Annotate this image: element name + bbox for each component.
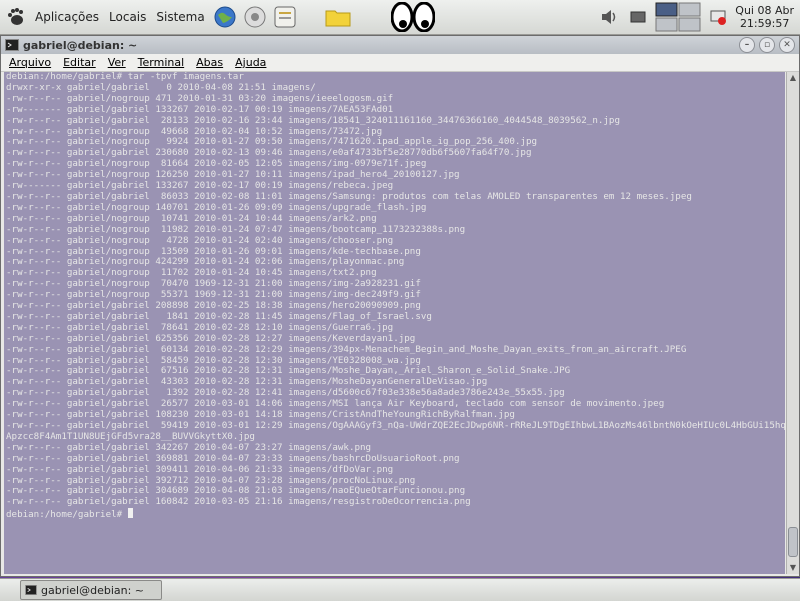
- menu-applications[interactable]: Aplicações: [35, 10, 99, 24]
- terminal-line: -rw-r--r-- gabriel/nogroup 9924 2010-01-…: [6, 136, 538, 148]
- terminal-line: -rw------- gabriel/gabriel 133267 2010-0…: [6, 180, 394, 192]
- main-menu: Aplicações Locais Sistema: [0, 0, 210, 34]
- maximize-button[interactable]: ▫: [759, 37, 775, 53]
- scroll-thumb[interactable]: [788, 527, 798, 557]
- terminal-line: -rw-r--r-- gabriel/gabriel 43303 2010-02…: [6, 376, 488, 388]
- terminal-line: -rw-r--r-- gabriel/gabriel 67516 2010-02…: [6, 365, 571, 377]
- volume-icon[interactable]: [599, 6, 621, 28]
- terminal-line: -rw-r--r-- gabriel/gabriel 86033 2010-02…: [6, 190, 692, 202]
- terminal-line: -rw-r--r-- gabriel/gabriel 1841 2010-02-…: [6, 310, 432, 322]
- menu-abas[interactable]: Abas: [196, 56, 223, 69]
- terminal-line: -rw-r--r-- gabriel/gabriel 230680 2010-0…: [6, 147, 532, 159]
- terminal-line: -rw-r--r-- gabriel/gabriel 208898 2010-0…: [6, 300, 421, 312]
- terminal-line: -rw-r--r-- gabriel/gabriel 60134 2010-02…: [6, 343, 687, 355]
- network-status-icon[interactable]: [709, 8, 727, 26]
- menu-system[interactable]: Sistema: [156, 10, 204, 24]
- xeyes-icon: [391, 2, 436, 32]
- menu-terminal[interactable]: Terminal: [138, 56, 185, 69]
- terminal-line: -rw-r--r-- gabriel/gabriel 304689 2010-0…: [6, 485, 466, 497]
- terminal-line: -rw-r--r-- gabriel/gabriel 1392 2010-02-…: [6, 387, 565, 399]
- terminal-line: debian:/home/gabriel# tar -tpvf imagens.…: [6, 71, 244, 82]
- terminal-scrollbar[interactable]: ▲ ▼: [786, 72, 799, 574]
- menu-places[interactable]: Locais: [109, 10, 146, 24]
- workspace-switcher[interactable]: [655, 2, 701, 32]
- terminal-cursor: [127, 508, 133, 519]
- terminal-line: -rw-r--r-- gabriel/gabriel 625356 2010-0…: [6, 332, 416, 344]
- terminal-line: -rw------- gabriel/gabriel 133267 2010-0…: [6, 103, 394, 115]
- terminal-line: drwxr-xr-x gabriel/gabriel 0 2010-04-08 …: [6, 81, 316, 93]
- minimize-button[interactable]: –: [739, 37, 755, 53]
- menu-ajuda[interactable]: Ajuda: [235, 56, 266, 69]
- terminal-line: -rw-r--r-- gabriel/gabriel 160842 2010-0…: [6, 496, 471, 508]
- terminal-output[interactable]: debian:/home/gabriel# tar -tpvf imagens.…: [4, 71, 791, 574]
- clock-time: 21:59:57: [739, 17, 790, 30]
- terminal-line: -rw-r--r-- gabriel/nogroup 140701 2010-0…: [6, 201, 427, 213]
- terminal-line: -rw-r--r-- gabriel/gabriel 392712 2010-0…: [6, 474, 416, 486]
- window-title: gabriel@debian: ~: [23, 38, 138, 52]
- terminal-line: -rw-r--r-- gabriel/nogroup 4728 2010-01-…: [6, 234, 394, 246]
- terminal-line: -rw-r--r-- gabriel/gabriel 369881 2010-0…: [6, 452, 460, 464]
- menu-editar[interactable]: Editar: [63, 56, 96, 69]
- menu-ver[interactable]: Ver: [108, 56, 126, 69]
- terminal-line: -rw-r--r-- gabriel/gabriel 342267 2010-0…: [6, 441, 372, 453]
- terminal-line: -rw-r--r-- gabriel/nogroup 126250 2010-0…: [6, 169, 460, 181]
- terminal-line: -rw-r--r-- gabriel/gabriel 78641 2010-02…: [6, 321, 394, 333]
- network-tools-launcher-icon[interactable]: [243, 5, 267, 29]
- taskbar-terminal-button[interactable]: gabriel@debian: ~: [20, 580, 162, 600]
- terminal-line: -rw-r--r-- gabriel/nogroup 55371 1969-12…: [6, 289, 421, 301]
- terminal-icon: [25, 585, 37, 595]
- text-editor-launcher-icon[interactable]: [273, 5, 297, 29]
- show-desktop-icon[interactable]: [629, 8, 647, 26]
- close-button[interactable]: ✕: [779, 37, 795, 53]
- menu-arquivo[interactable]: Arquivo: [9, 56, 51, 69]
- clock-date: Qui 08 Abr: [735, 4, 794, 17]
- terminal-line: -rw-r--r-- gabriel/gabriel 309411 2010-0…: [6, 463, 394, 475]
- gnome-foot-icon[interactable]: [6, 7, 26, 27]
- terminal-line: Apzcc8F4Am1T1UN8UEjGFd5vra28__BUVVGkyttX…: [6, 430, 255, 442]
- terminal-line: -rw-r--r-- gabriel/gabriel 58459 2010-02…: [6, 354, 421, 366]
- folder-icon[interactable]: [325, 7, 351, 27]
- taskbar-terminal-label: gabriel@debian: ~: [41, 583, 145, 597]
- top-panel: Aplicações Locais Sistema Qui 08 Abr 21:…: [0, 0, 800, 35]
- terminal-text: debian:/home/gabriel# tar -tpvf imagens.…: [4, 71, 791, 521]
- scroll-up-icon[interactable]: ▲: [787, 72, 799, 84]
- terminal-prompt: debian:/home/gabriel#: [6, 509, 128, 521]
- terminal-line: -rw-r--r-- gabriel/nogroup 10741 2010-01…: [6, 212, 377, 224]
- terminal-window: gabriel@debian: ~ – ▫ ✕ Arquivo Editar V…: [0, 35, 800, 577]
- terminal-line: -rw-r--r-- gabriel/gabriel 108230 2010-0…: [6, 409, 515, 421]
- web-browser-launcher-icon[interactable]: [213, 5, 237, 29]
- scroll-down-icon[interactable]: ▼: [787, 562, 799, 574]
- terminal-line: -rw-r--r-- gabriel/gabriel 28133 2010-02…: [6, 114, 620, 126]
- terminal-line: -rw-r--r-- gabriel/nogroup 471 2010-01-3…: [6, 92, 394, 104]
- terminal-line: -rw-r--r-- gabriel/gabriel 26577 2010-03…: [6, 398, 665, 410]
- terminal-line: -rw-r--r-- gabriel/gabriel 59419 2010-03…: [6, 420, 792, 431]
- terminal-line: -rw-r--r-- gabriel/nogroup 424299 2010-0…: [6, 256, 405, 268]
- clock[interactable]: Qui 08 Abr 21:59:57: [735, 4, 794, 30]
- window-menubar: Arquivo Editar Ver Terminal Abas Ajuda: [1, 54, 799, 72]
- terminal-line: -rw-r--r-- gabriel/nogroup 13509 2010-01…: [6, 245, 421, 257]
- terminal-icon: [5, 39, 19, 51]
- terminal-line: -rw-r--r-- gabriel/nogroup 70470 1969-12…: [6, 278, 421, 290]
- terminal-line: -rw-r--r-- gabriel/nogroup 11982 2010-01…: [6, 223, 466, 235]
- bottom-panel: gabriel@debian: ~: [0, 578, 800, 601]
- window-titlebar[interactable]: gabriel@debian: ~ – ▫ ✕: [1, 36, 799, 54]
- terminal-line: -rw-r--r-- gabriel/nogroup 11702 2010-01…: [6, 267, 377, 279]
- terminal-line: -rw-r--r-- gabriel/nogroup 81664 2010-02…: [6, 158, 427, 170]
- terminal-line: -rw-r--r-- gabriel/nogroup 49668 2010-02…: [6, 125, 383, 137]
